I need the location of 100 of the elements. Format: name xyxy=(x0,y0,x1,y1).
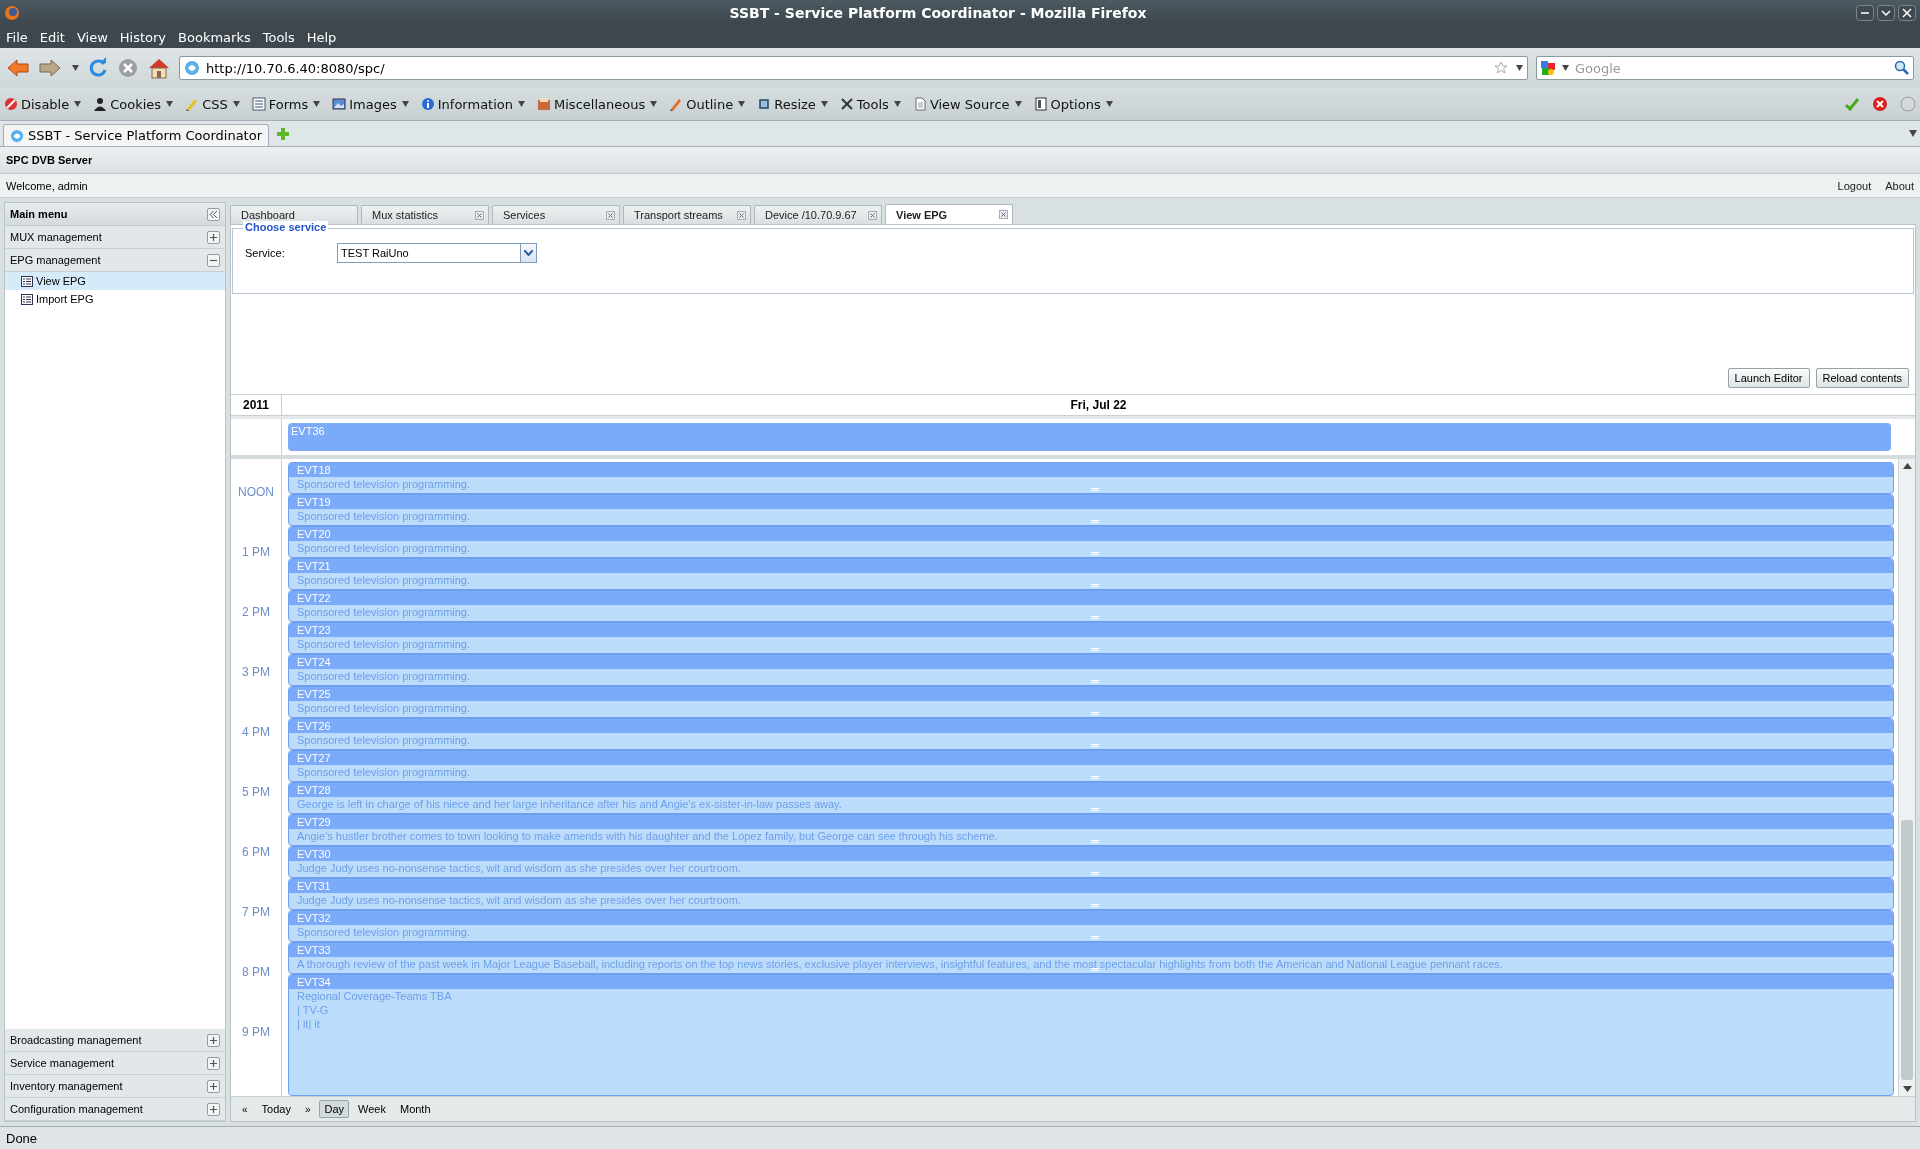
list-icon xyxy=(21,293,33,305)
sidebar-item[interactable]: View EPG xyxy=(5,272,225,290)
view-button[interactable]: Month xyxy=(394,1100,436,1118)
toolbar-menu-button[interactable]: Disable xyxy=(4,96,82,112)
no-entry-icon xyxy=(4,97,18,111)
date-header: Fri, Jul 22 xyxy=(1069,397,1128,414)
view-button[interactable]: Week xyxy=(353,1100,391,1118)
page-icon xyxy=(912,97,927,111)
view-button[interactable]: Day xyxy=(319,1100,350,1118)
back-arrow-icon[interactable] xyxy=(6,58,30,78)
toolbar-menu-button[interactable]: Options xyxy=(1033,96,1113,112)
chevron-down-icon xyxy=(524,250,533,256)
expand-button[interactable] xyxy=(207,1056,220,1070)
plus-icon xyxy=(209,1104,218,1114)
toolbar-menu-button[interactable]: Outline xyxy=(669,96,746,112)
close-icon[interactable] xyxy=(1898,5,1916,21)
menu-item[interactable]: View xyxy=(76,29,108,45)
reload-icon[interactable] xyxy=(87,57,109,79)
sidebar-title: Main menu xyxy=(10,208,69,220)
action-button[interactable]: Launch Editor xyxy=(1727,368,1810,388)
sidebar-item[interactable]: Import EPG xyxy=(5,290,225,308)
scrollbar[interactable] xyxy=(1898,459,1915,1096)
hour-label: 8 PM xyxy=(242,965,270,979)
tab[interactable]: View EPG xyxy=(885,204,1013,224)
caret-icon xyxy=(893,101,901,107)
previous-button[interactable]: « xyxy=(237,1100,253,1118)
next-button[interactable]: » xyxy=(299,1100,316,1118)
header-link[interactable]: About xyxy=(1885,179,1914,192)
caret-icon xyxy=(1516,65,1523,71)
caret-icon xyxy=(650,101,658,107)
field-label: Service: xyxy=(245,247,286,259)
hour-label: 5 PM xyxy=(242,785,270,799)
today-button[interactable]: Today xyxy=(256,1100,296,1118)
globe-icon xyxy=(4,5,20,21)
fieldset-legend: Choose service xyxy=(243,221,329,233)
caret-icon xyxy=(166,101,174,107)
toolbar-menu-button[interactable]: CSS xyxy=(185,96,240,112)
collapse-button[interactable] xyxy=(207,253,220,267)
menu-item[interactable]: Help xyxy=(306,29,337,45)
window-icon xyxy=(1033,97,1048,111)
box-icon xyxy=(537,97,552,111)
collapse-sidebar-button[interactable] xyxy=(207,207,220,221)
toolbar-menu-button[interactable]: Miscellaneous xyxy=(537,96,658,112)
double-chevron-icon xyxy=(209,209,218,219)
menu-item[interactable]: History xyxy=(119,29,167,45)
list-icon xyxy=(251,97,266,111)
expand-button[interactable] xyxy=(207,1033,220,1047)
caret-icon[interactable] xyxy=(1909,130,1917,137)
close-icon[interactable] xyxy=(606,210,615,220)
caret-icon xyxy=(1105,101,1113,107)
down-arrow-icon[interactable] xyxy=(1902,1084,1912,1093)
tab[interactable]: Transport streams xyxy=(623,205,751,224)
expand-button[interactable] xyxy=(207,1102,220,1116)
hour-label: 6 PM xyxy=(242,845,270,859)
toolbar-menu-button[interactable]: Resize xyxy=(757,96,828,112)
pencil-icon xyxy=(185,97,200,111)
toolbar-menu-button[interactable]: Forms xyxy=(251,96,321,112)
app-title: SPC DVB Server xyxy=(6,154,93,166)
hour-label: 7 PM xyxy=(242,905,270,919)
close-icon[interactable] xyxy=(737,210,746,220)
checkmark-icon[interactable] xyxy=(1844,96,1860,112)
address-bar[interactable]: http://10.70.6.40:8080/spc/ xyxy=(179,56,1528,80)
caret-icon xyxy=(232,101,240,107)
close-icon[interactable] xyxy=(868,210,877,220)
tab[interactable]: Mux statistics xyxy=(361,205,489,224)
plus-icon xyxy=(209,1081,218,1091)
search-icon[interactable] xyxy=(1894,60,1910,76)
tab[interactable]: Services xyxy=(492,205,620,224)
caret-icon xyxy=(313,101,321,107)
toolbar-menu-button[interactable]: View Source xyxy=(912,96,1022,112)
browser-tab[interactable]: SSBT - Service Platform Coordinator xyxy=(3,124,270,146)
expand-button[interactable] xyxy=(207,230,220,244)
action-button[interactable]: Reload contents xyxy=(1815,368,1909,388)
close-icon[interactable] xyxy=(475,210,484,220)
colored-squares-icon[interactable] xyxy=(1540,60,1556,76)
menu-item[interactable]: File xyxy=(6,29,28,45)
chevron-down-icon[interactable] xyxy=(1877,5,1895,21)
toolbar-menu-button[interactable]: Images xyxy=(332,96,409,112)
menu-item[interactable]: Tools xyxy=(262,29,295,45)
dropdown-button[interactable] xyxy=(520,243,537,263)
service-field[interactable]: TEST RaiUno xyxy=(337,243,520,263)
home-icon[interactable] xyxy=(147,57,171,79)
tab[interactable]: Device /10.70.9.67 xyxy=(754,205,882,224)
expand-button[interactable] xyxy=(207,1079,220,1093)
toolbar-menu-button[interactable]: Information xyxy=(420,96,526,112)
caret-icon xyxy=(1562,65,1569,71)
caret-icon xyxy=(72,65,79,71)
menu-item[interactable]: Edit xyxy=(39,29,65,45)
stop-icon[interactable] xyxy=(117,57,139,79)
toolbar-menu-button[interactable]: Cookies xyxy=(93,96,174,112)
close-icon[interactable] xyxy=(999,210,1008,219)
minimize-icon[interactable] xyxy=(1856,5,1874,21)
hour-label: 1 PM xyxy=(242,545,270,559)
error-icon[interactable] xyxy=(1872,96,1888,112)
toolbar-menu-button[interactable]: Tools xyxy=(839,96,901,112)
menu-item[interactable]: Bookmarks xyxy=(178,29,251,45)
forward-arrow-icon[interactable] xyxy=(38,58,62,78)
star-icon[interactable] xyxy=(1494,61,1508,75)
up-arrow-icon[interactable] xyxy=(1902,462,1912,471)
header-link[interactable]: Logout xyxy=(1837,179,1872,192)
